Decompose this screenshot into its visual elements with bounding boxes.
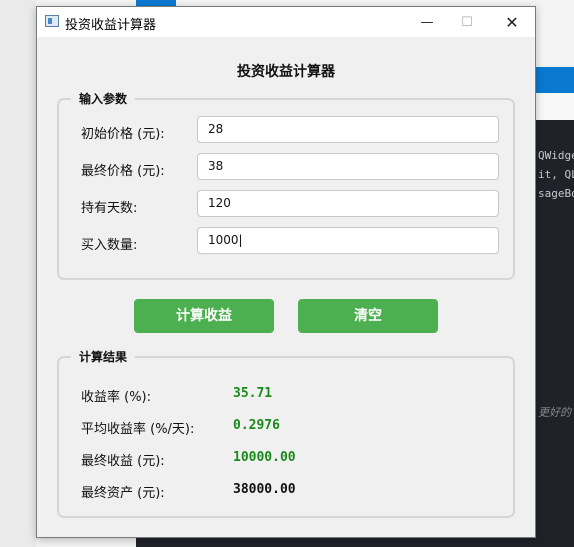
calculator-window: 投资收益计算器 — ☐ ✕ 投资收益计算器 输入参数 初始价格 (元): 28 … <box>36 6 536 538</box>
initial-price-label: 初始价格 (元): <box>81 127 165 142</box>
input-params-group: 输入参数 初始价格 (元): 28 最终价格 (元): 38 持有天数: 120… <box>57 90 515 280</box>
background-top-strip <box>536 0 574 67</box>
minimize-button[interactable]: — <box>407 7 447 37</box>
final-profit-label: 最终收益 (元): <box>81 454 165 469</box>
return-rate-value: 35.71 <box>233 386 273 401</box>
final-price-input[interactable]: 38 <box>197 153 499 180</box>
input-params-title: 输入参数 <box>71 90 136 107</box>
clear-button[interactable]: 清空 <box>298 299 438 333</box>
background-panel-left <box>0 0 36 547</box>
close-icon: ✕ <box>505 12 519 32</box>
app-icon <box>45 15 59 27</box>
return-rate-label: 收益率 (%): <box>81 390 152 405</box>
final-assets-value: 38000.00 <box>233 482 296 497</box>
holding-days-input[interactable]: 120 <box>197 190 499 217</box>
avg-return-rate-value: 0.2976 <box>233 418 280 433</box>
results-group: 计算结果 收益率 (%): 35.71 平均收益率 (%/天): 0.2976 … <box>57 348 515 518</box>
quantity-input[interactable]: 1000| <box>197 227 499 254</box>
results-title: 计算结果 <box>71 348 136 365</box>
holding-days-label: 持有天数: <box>81 201 138 216</box>
background-blue-bar <box>536 67 574 93</box>
background-code-line: it, QL <box>538 168 574 181</box>
calculate-button[interactable]: 计算收益 <box>134 299 274 333</box>
window-title: 投资收益计算器 <box>65 18 157 33</box>
title-bar[interactable]: 投资收益计算器 — ☐ ✕ <box>37 7 535 37</box>
avg-return-rate-label: 平均收益率 (%/天): <box>81 422 195 437</box>
quantity-label: 买入数量: <box>81 238 138 253</box>
maximize-icon: ☐ <box>461 14 473 30</box>
minimize-icon: — <box>420 14 434 30</box>
final-price-label: 最终价格 (元): <box>81 164 165 179</box>
final-profit-value: 10000.00 <box>233 450 296 465</box>
final-assets-label: 最终资产 (元): <box>81 486 165 501</box>
background-code-line: sageBo <box>538 187 574 200</box>
close-button[interactable]: ✕ <box>492 7 532 37</box>
maximize-button[interactable]: ☐ <box>447 7 487 37</box>
page-title: 投资收益计算器 <box>237 64 335 80</box>
initial-price-input[interactable]: 28 <box>197 116 499 143</box>
background-light-bar <box>536 93 574 121</box>
background-code-line: 更好的 <box>538 406 571 419</box>
background-code-line: QWidget <box>538 149 574 162</box>
